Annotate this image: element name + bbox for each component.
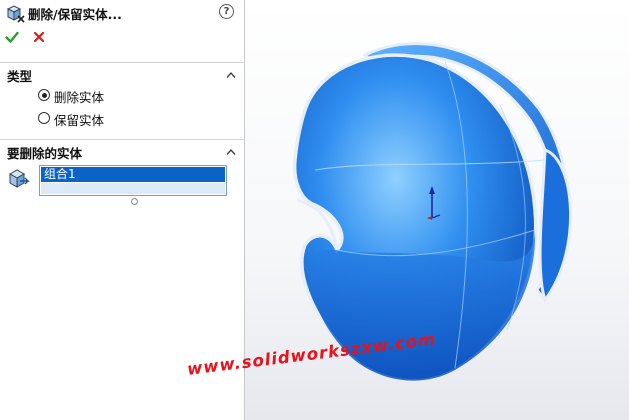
solid-body-icon [8,168,30,190]
list-item[interactable]: 组合1 [41,167,225,182]
radio-label-keep: 保留实体 [54,113,105,128]
close-icon[interactable] [33,31,45,43]
panel-titlebar: 删除/保留实体... ? [0,0,245,26]
radio-label-delete: 删除实体 [54,90,105,105]
bodies-section-header[interactable]: 要删除的实体 [0,139,245,161]
radio-button-delete[interactable] [38,89,50,101]
list-empty-slot[interactable] [41,183,225,194]
chevron-up-icon[interactable] [226,145,236,155]
delete-body-feature-icon [5,3,25,23]
type-section-title: 类型 [7,69,33,84]
list-resize-handle[interactable] [131,198,138,205]
panel-title: 删除/保留实体... [28,7,122,22]
chevron-up-icon[interactable] [226,68,236,78]
bodies-to-delete-list[interactable]: 组合1 [39,165,227,196]
radio-button-keep[interactable] [38,112,50,124]
type-section-header[interactable]: 类型 [0,62,245,84]
help-icon[interactable]: ? [219,4,234,19]
check-icon[interactable] [5,30,19,44]
bodies-section-title: 要删除的实体 [7,146,83,161]
